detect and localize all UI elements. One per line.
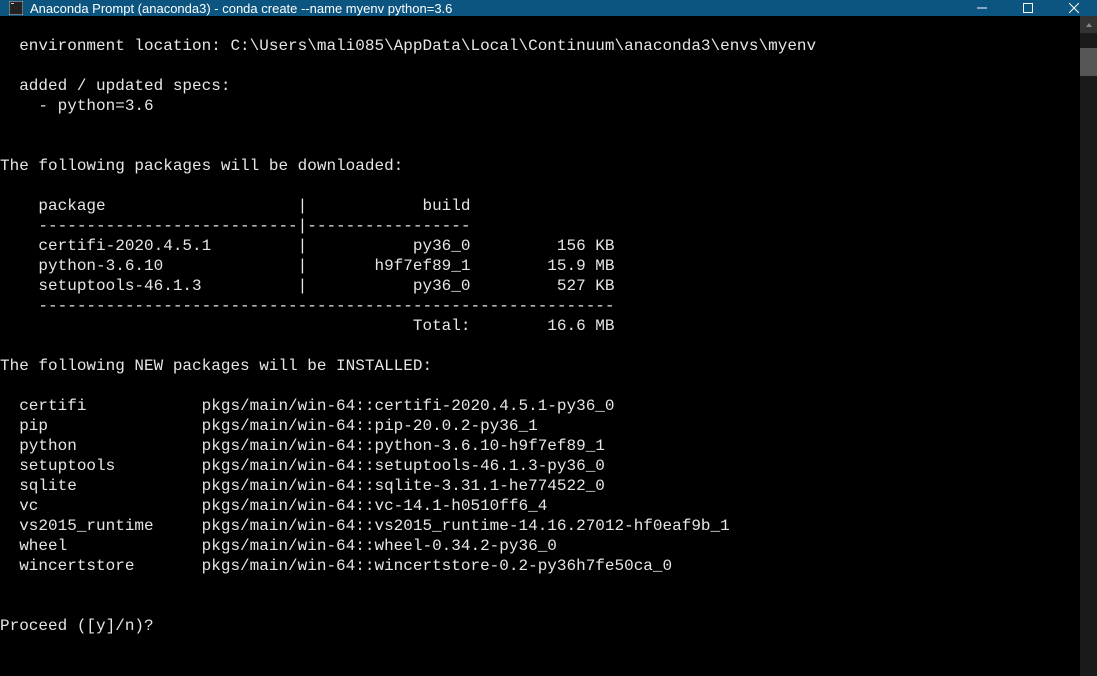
install-row: pip pkgs/main/win-64::pip-20.0.2-py36_1 (0, 417, 538, 435)
vertical-scrollbar[interactable] (1080, 16, 1097, 676)
download-row: setuptools-46.1.3 | py36_0 527 KB (0, 277, 615, 295)
total-divider: ----------------------------------------… (0, 297, 615, 315)
terminal-output[interactable]: environment location: C:\Users\mali085\A… (0, 16, 1080, 676)
terminal-window: Anaconda Prompt (anaconda3) - conda crea… (0, 0, 1097, 641)
download-row: certifi-2020.4.5.1 | py36_0 156 KB (0, 237, 615, 255)
window-controls (959, 0, 1097, 16)
close-button[interactable] (1051, 0, 1097, 16)
install-row: python pkgs/main/win-64::python-3.6.10-h… (0, 437, 605, 455)
window-title: Anaconda Prompt (anaconda3) - conda crea… (30, 1, 959, 16)
install-row: setuptools pkgs/main/win-64::setuptools-… (0, 457, 605, 475)
added-updated-label: added / updated specs: (0, 77, 230, 95)
install-row: vc pkgs/main/win-64::vc-14.1-h0510ff6_4 (0, 497, 547, 515)
content-area: environment location: C:\Users\mali085\A… (0, 16, 1097, 676)
titlebar[interactable]: Anaconda Prompt (anaconda3) - conda crea… (0, 0, 1097, 16)
app-icon (8, 0, 24, 16)
table-divider: ---------------------------|------------… (0, 217, 470, 235)
env-location-label: environment location: (0, 37, 230, 55)
install-row: certifi pkgs/main/win-64::certifi-2020.4… (0, 397, 615, 415)
downloads-header: The following packages will be downloade… (0, 157, 403, 175)
download-row: python-3.6.10 | h9f7ef89_1 15.9 MB (0, 257, 615, 275)
spec-line: - python=3.6 (0, 97, 154, 115)
maximize-button[interactable] (1005, 0, 1051, 16)
install-row: vs2015_runtime pkgs/main/win-64::vs2015_… (0, 517, 730, 535)
scroll-up-arrow-icon[interactable] (1080, 16, 1097, 33)
install-row: wheel pkgs/main/win-64::wheel-0.34.2-py3… (0, 537, 557, 555)
minimize-button[interactable] (959, 0, 1005, 16)
install-header: The following NEW packages will be INSTA… (0, 357, 432, 375)
install-row: wincertstore pkgs/main/win-64::wincertst… (0, 557, 672, 575)
table-header: package | build (0, 197, 470, 215)
scroll-thumb[interactable] (1080, 48, 1097, 76)
total-line: Total: 16.6 MB (0, 317, 615, 335)
env-location-value: C:\Users\mali085\AppData\Local\Continuum… (230, 37, 816, 55)
proceed-prompt[interactable]: Proceed ([y]/n)? (0, 617, 154, 635)
install-row: sqlite pkgs/main/win-64::sqlite-3.31.1-h… (0, 477, 605, 495)
terminal-text: environment location: C:\Users\mali085\A… (0, 36, 1080, 636)
